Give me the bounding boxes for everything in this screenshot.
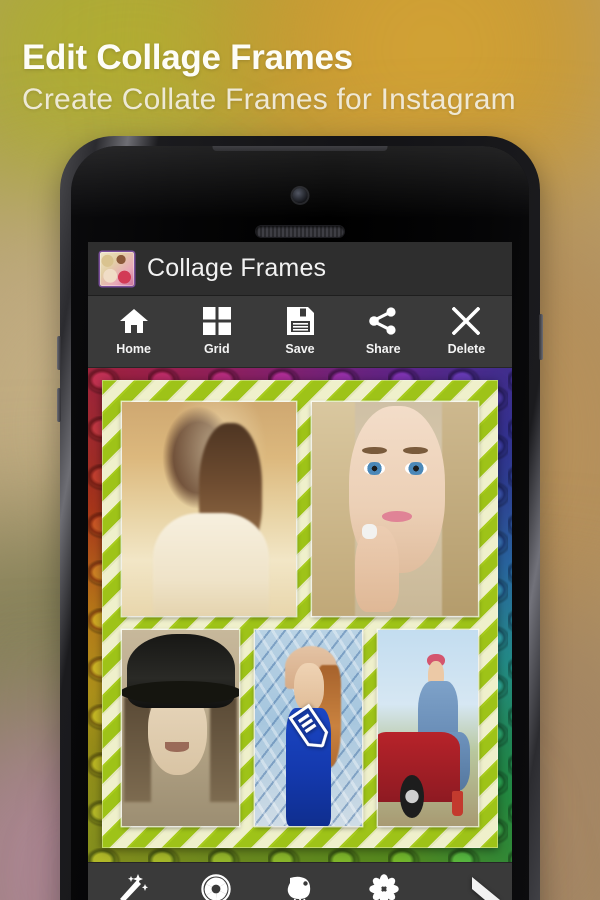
toolbar-item-share[interactable]: Share <box>342 305 425 356</box>
promo-text-block: Edit Collage Frames Create Collate Frame… <box>22 38 516 117</box>
toolbar-label-share: Share <box>365 342 401 356</box>
app-screen: Collage Frames Home Grid Save Share Dele… <box>88 242 512 900</box>
close-x-icon <box>452 305 481 337</box>
home-icon <box>119 305 149 337</box>
collage-frame[interactable] <box>102 380 498 848</box>
app-titlebar: Collage Frames <box>88 242 512 296</box>
volume-up-button[interactable] <box>57 336 61 370</box>
grid-icon <box>202 305 231 337</box>
collage-row-top <box>122 402 478 616</box>
phone-mockup: Collage Frames Home Grid Save Share Dele… <box>57 136 543 900</box>
bottom-toolbar: Effect <box>88 862 512 900</box>
promo-headline: Edit Collage Frames <box>22 38 353 77</box>
toolbar-item-change-color[interactable]: Change Color <box>174 873 258 900</box>
photo-woman-blue-top[interactable] <box>255 630 363 826</box>
promo-subheadline: Create Collate Frames for Instagram <box>22 82 516 116</box>
floppy-disk-icon <box>286 305 314 337</box>
earpiece-speaker-icon <box>256 226 344 237</box>
bird-sticker-icon <box>284 873 316 900</box>
collage-row-bottom <box>122 630 478 826</box>
phone-screen-area: Collage Frames Home Grid Save Share Dele… <box>71 146 529 900</box>
photo-woman-black-hat[interactable] <box>122 630 240 826</box>
app-icon <box>100 251 134 286</box>
toolbar-item-effect[interactable]: Effect <box>90 873 174 900</box>
toolbar-label-home: Home <box>116 342 151 356</box>
chevron-right-icon[interactable] <box>462 873 508 900</box>
toolbar-item-delete[interactable]: Delete <box>425 305 508 356</box>
toolbar-label-save: Save <box>285 342 315 356</box>
toolbar-item-home[interactable]: Home <box>92 305 175 356</box>
toolbar-label-grid: Grid <box>203 342 230 356</box>
toolbar-item-sticker-bird[interactable]: Sticker <box>258 873 342 900</box>
toolbar-item-sticker-flower[interactable]: Sticker <box>342 873 426 900</box>
share-icon <box>369 305 397 337</box>
toolbar-label-delete: Delete <box>447 342 486 356</box>
front-camera-icon <box>292 188 308 203</box>
magic-wand-icon <box>116 873 148 900</box>
phone-top-bar <box>212 146 388 151</box>
photo-woman-red-car[interactable] <box>378 630 478 826</box>
flower-sticker-icon <box>369 873 399 900</box>
volume-down-button[interactable] <box>57 388 61 422</box>
collage-canvas[interactable] <box>88 368 512 862</box>
photo-backlit-woman-field[interactable] <box>122 402 297 616</box>
toolbar-item-grid[interactable]: Grid <box>175 305 258 356</box>
toolbar-item-save[interactable]: Save <box>258 305 341 356</box>
aperture-icon <box>201 873 231 900</box>
top-toolbar: Home Grid Save Share Delete <box>88 296 512 368</box>
photo-blonde-portrait[interactable] <box>312 402 478 616</box>
power-button[interactable] <box>539 314 543 360</box>
app-title: Collage Frames <box>147 254 327 282</box>
